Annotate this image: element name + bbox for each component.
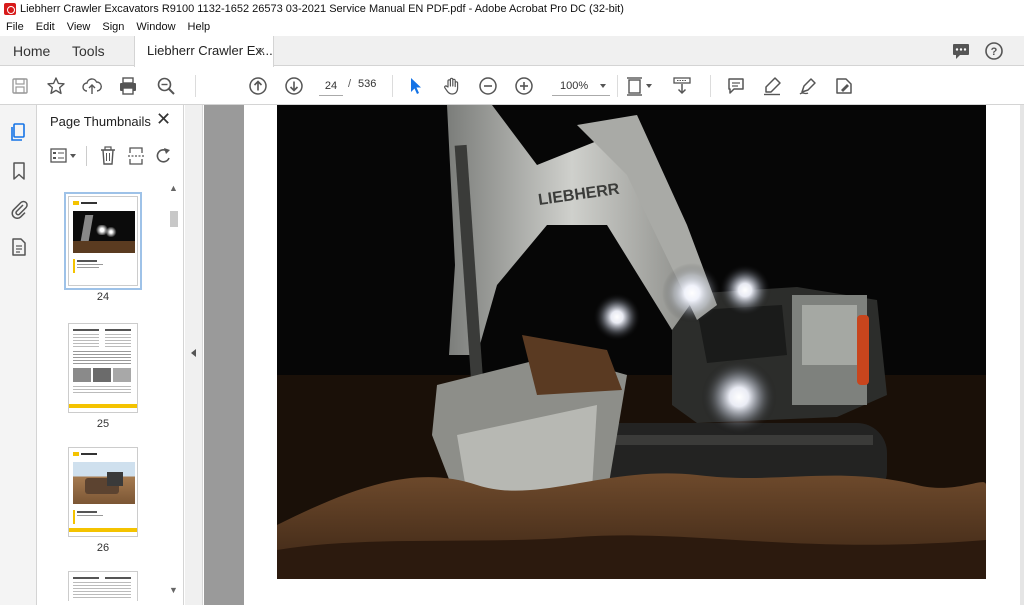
toolbar-separator [710,75,711,97]
save-icon[interactable] [10,76,30,96]
main-toolbar: 24 / 536 100% [0,67,1024,105]
thumbnail-tools [38,141,184,171]
thumbnail-page-label: 26 [96,542,110,554]
thumbnail-image [68,571,138,601]
tab-home[interactable]: Home [13,36,50,66]
toolbar-separator [195,75,196,97]
zoom-level-select[interactable]: 100% [552,76,610,96]
acrobat-app-icon [4,3,16,15]
page-thumbnails-panel: Page Thumbnails ✕ 24 25 26 ▲ ▼ [38,105,184,605]
help-icon[interactable]: ? [984,41,1004,61]
comment-icon[interactable] [726,76,746,96]
svg-text:?: ? [991,46,998,58]
menu-window[interactable]: Window [136,21,175,33]
fit-page-icon[interactable] [626,76,656,96]
window-title: Liebherr Crawler Excavators R9100 1132-1… [20,3,624,15]
toolbar-separator [392,75,393,97]
chevron-down-icon [600,84,606,88]
thumbnail-image [68,323,138,413]
document-properties-icon[interactable] [9,237,29,257]
tab-tools[interactable]: Tools [72,36,105,66]
scroll-mode-icon[interactable] [672,76,692,96]
document-viewer[interactable]: LIEBHERR [204,105,1024,605]
page-thumbnails-icon[interactable] [9,122,29,142]
thumbnail-page-27[interactable] [68,571,138,601]
select-cursor-icon[interactable] [406,76,426,96]
thumbnail-page-26[interactable]: 26 [68,447,138,554]
thumbnail-page-24[interactable]: 24 [64,192,142,303]
page-down-icon[interactable] [284,76,304,96]
collapse-panel-icon[interactable] [191,349,196,357]
thumbnail-page-label: 24 [96,291,110,303]
thumbnail-scrollbar[interactable]: ▲ ▼ [168,183,180,603]
upload-cloud-icon[interactable] [82,76,102,96]
menu-sign[interactable]: Sign [102,21,124,33]
panel-title: Page Thumbnails [50,114,151,129]
attachment-icon[interactable] [9,199,29,219]
excavator-night-photo: LIEBHERR [277,105,986,579]
scroll-up-icon[interactable]: ▲ [169,183,178,193]
scroll-down-icon[interactable]: ▼ [169,585,178,595]
pdf-page: LIEBHERR [244,105,1020,605]
draw-icon[interactable] [798,76,818,96]
menu-file[interactable]: File [6,21,24,33]
delete-page-icon[interactable] [99,146,117,166]
chat-icon[interactable] [951,41,971,61]
thumbnail-image [68,447,138,537]
title-bar: Liebherr Crawler Excavators R9100 1132-1… [0,0,1024,18]
tools-separator [86,146,87,166]
zoom-in-icon[interactable] [514,76,534,96]
rotate-page-icon[interactable] [155,146,173,166]
menu-edit[interactable]: Edit [36,21,55,33]
search-zoom-icon[interactable] [156,76,176,96]
page-separator: / [348,78,352,90]
toolbar-separator [617,75,618,97]
left-navigation-rail [0,105,37,605]
thumbnail-page-25[interactable]: 25 [68,323,138,430]
tab-document-label: Liebherr Crawler Ex... [147,43,273,58]
menu-bar: File Edit View Sign Window Help [0,18,1024,36]
panel-close-icon[interactable]: ✕ [156,109,171,130]
scrollbar-thumb[interactable] [170,211,178,227]
panel-collapse-strip[interactable] [185,105,203,605]
document-scrollbar[interactable] [1020,105,1024,605]
page-number-input[interactable]: 24 [319,76,343,96]
thumbnail-image [64,192,142,290]
tab-document[interactable]: Liebherr Crawler Ex... × [134,36,274,67]
page-total: 536 [358,78,377,90]
highlight-pen-icon[interactable] [762,76,782,96]
fill-sign-icon[interactable] [834,76,854,96]
hand-icon[interactable] [442,76,462,96]
bookmark-icon[interactable] [9,161,29,181]
tab-close-icon[interactable]: × [257,36,265,66]
zoom-out-icon[interactable] [478,76,498,96]
tab-bar: Home Tools Liebherr Crawler Ex... × ? [0,36,1024,67]
extract-page-icon[interactable] [127,146,145,166]
excavator-illustration: LIEBHERR [277,105,986,579]
bookmark-star-icon[interactable] [46,76,66,96]
menu-help[interactable]: Help [188,21,211,33]
options-menu-icon[interactable] [50,147,78,165]
zoom-level-value: 100% [560,80,589,92]
thumbnail-page-label: 25 [96,418,110,430]
page-up-icon[interactable] [248,76,268,96]
menu-view[interactable]: View [67,21,91,33]
print-icon[interactable] [118,76,138,96]
